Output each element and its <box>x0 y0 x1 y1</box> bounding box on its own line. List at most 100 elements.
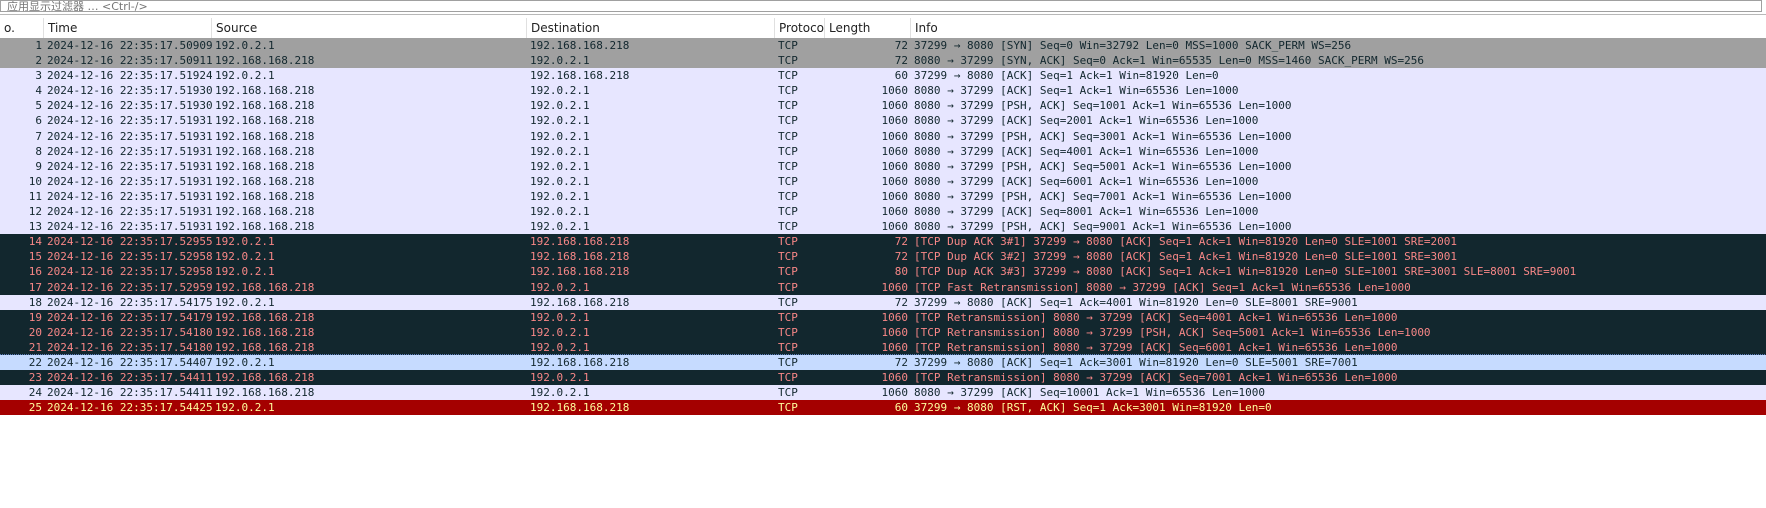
packet-time: 2024-12-16 22:35:17.544258 <box>47 401 212 415</box>
packet-length: 1060 <box>881 159 909 173</box>
column-header-time[interactable]: Time <box>44 18 212 38</box>
packet-row[interactable]: 24 2024-12-16 22:35:17.544118 192.168.168.… <box>0 385 1766 401</box>
packet-time: 2024-12-16 22:35:17.519312 <box>47 144 212 158</box>
packet-destination: 192.0.2.1 <box>530 280 590 294</box>
packet-length: 1060 <box>881 174 909 188</box>
packet-length: 1060 <box>881 205 909 219</box>
packet-row[interactable]: 16 2024-12-16 22:35:17.529586 192.0.2.1 192… <box>0 264 1766 280</box>
packet-row[interactable]: 6 2024-12-16 22:35:17.519310 192.168.168.2… <box>0 113 1766 129</box>
packet-number: 22 <box>28 355 42 369</box>
packet-length: 1060 <box>881 371 909 385</box>
packet-protocol: TCP <box>778 39 798 52</box>
packet-source: 192.168.168.218 <box>215 205 315 219</box>
packet-row[interactable]: 17 2024-12-16 22:35:17.529596 192.168.168.… <box>0 279 1766 295</box>
packet-time: 2024-12-16 22:35:17.509112 <box>47 54 212 68</box>
packet-number: 5 <box>35 99 42 113</box>
packet-info: [TCP Retransmission] 8080 → 37299 [ACK] … <box>914 340 1398 354</box>
packet-protocol: TCP <box>778 250 798 264</box>
packet-row[interactable]: 7 2024-12-16 22:35:17.519310 192.168.168.2… <box>0 128 1766 144</box>
packet-time: 2024-12-16 22:35:17.519306 <box>47 84 212 98</box>
packet-length: 60 <box>894 401 908 415</box>
packet-info: 37299 → 8080 [ACK] Seq=1 Ack=1 Win=81920… <box>914 69 1219 83</box>
packet-row[interactable]: 14 2024-12-16 22:35:17.529555 192.0.2.1 192… <box>0 234 1766 250</box>
packet-protocol: TCP <box>778 386 798 400</box>
packet-row[interactable]: 4 2024-12-16 22:35:17.519306 192.168.168.2… <box>0 83 1766 99</box>
packet-protocol: TCP <box>778 69 798 83</box>
column-header-no[interactable]: o. <box>0 18 44 38</box>
packet-destination: 192.0.2.1 <box>530 129 590 143</box>
packet-row[interactable]: 18 2024-12-16 22:35:17.541750 192.0.2.1 192… <box>0 294 1766 310</box>
packet-source: 192.168.168.218 <box>215 310 315 324</box>
packet-time: 2024-12-16 22:35:17.541807 <box>47 340 212 354</box>
packet-row[interactable]: 8 2024-12-16 22:35:17.519312 192.168.168.2… <box>0 143 1766 159</box>
packet-time: 2024-12-16 22:35:17.519310 <box>47 114 212 128</box>
packet-row[interactable]: 20 2024-12-16 22:35:17.541801 192.168.168.… <box>0 324 1766 340</box>
packet-row[interactable]: 12 2024-12-16 22:35:17.519316 192.168.168.… <box>0 204 1766 220</box>
packet-row[interactable]: 23 2024-12-16 22:35:17.544111 192.168.168.… <box>0 370 1766 386</box>
packet-number: 25 <box>28 401 42 415</box>
packet-info: [TCP Fast Retransmission] 8080 → 37299 [… <box>914 280 1411 294</box>
packet-row[interactable]: 1 2024-12-16 22:35:17.509096 192.0.2.1 192.… <box>0 38 1766 54</box>
packet-time: 2024-12-16 22:35:17.529555 <box>47 235 212 249</box>
packet-destination: 192.0.2.1 <box>530 371 590 385</box>
packet-number: 9 <box>35 159 42 173</box>
column-header-protocol[interactable]: Protocol <box>775 18 825 38</box>
packet-length: 1060 <box>881 114 909 128</box>
packet-protocol: TCP <box>778 205 798 219</box>
packet-destination: 192.168.168.218 <box>530 355 630 369</box>
packet-time: 2024-12-16 22:35:17.544078 <box>47 355 212 369</box>
column-header-source[interactable]: Source <box>212 18 527 38</box>
packet-time: 2024-12-16 22:35:17.519314 <box>47 189 212 203</box>
packet-number: 15 <box>28 250 42 264</box>
column-header-length[interactable]: Length <box>825 18 911 38</box>
packet-source: 192.168.168.218 <box>215 220 315 234</box>
packet-row[interactable]: 5 2024-12-16 22:35:17.519307 192.168.168.2… <box>0 98 1766 114</box>
packet-row[interactable]: 15 2024-12-16 22:35:17.529582 192.0.2.1 192… <box>0 249 1766 265</box>
packet-time: 2024-12-16 22:35:17.509096 <box>47 39 212 52</box>
packet-info: 37299 → 8080 [RST, ACK] Seq=1 Ack=3001 W… <box>914 401 1272 415</box>
packet-row[interactable]: 11 2024-12-16 22:35:17.519314 192.168.168.… <box>0 188 1766 205</box>
packet-source: 192.168.168.218 <box>215 144 315 158</box>
packet-time: 2024-12-16 22:35:17.544118 <box>47 386 212 400</box>
packet-row[interactable]: 21 2024-12-16 22:35:17.541807 192.168.168.… <box>0 339 1766 355</box>
packet-protocol: TCP <box>778 189 798 203</box>
packet-length: 80 <box>894 265 908 279</box>
display-filter-input[interactable] <box>0 0 1762 12</box>
packet-source: 192.0.2.1 <box>215 295 275 309</box>
packet-source: 192.0.2.1 <box>215 235 275 249</box>
packet-length: 72 <box>894 250 908 264</box>
packet-length: 1060 <box>881 386 909 400</box>
packet-number: 1 <box>35 39 42 52</box>
packet-destination: 192.168.168.218 <box>530 250 630 264</box>
packet-time: 2024-12-16 22:35:17.544111 <box>47 371 212 385</box>
packet-destination: 192.168.168.218 <box>530 69 630 83</box>
packet-row[interactable]: 9 2024-12-16 22:35:17.519313 192.168.168.2… <box>0 158 1766 174</box>
packet-protocol: TCP <box>778 99 798 113</box>
packet-source: 192.168.168.218 <box>215 174 315 188</box>
packet-length: 1060 <box>881 340 909 354</box>
packet-row[interactable]: 13 2024-12-16 22:35:17.519316 192.168.168.… <box>0 219 1766 235</box>
packet-length: 1060 <box>881 325 909 339</box>
packet-number: 6 <box>35 114 42 128</box>
packet-protocol: TCP <box>778 114 798 128</box>
column-header-destination[interactable]: Destination <box>527 18 775 38</box>
packet-length: 72 <box>894 54 908 68</box>
packet-source: 192.168.168.218 <box>215 114 315 128</box>
packet-destination: 192.168.168.218 <box>530 39 630 52</box>
packet-protocol: TCP <box>778 129 798 143</box>
packet-row[interactable]: 10 2024-12-16 22:35:17.519314 192.168.168.… <box>0 173 1766 189</box>
packet-row[interactable]: 19 2024-12-16 22:35:17.541799 192.168.168.… <box>0 309 1766 325</box>
packet-row[interactable]: 3 2024-12-16 22:35:17.519240 192.0.2.1 192.… <box>0 68 1766 84</box>
packet-destination: 192.168.168.218 <box>530 235 630 249</box>
packet-length: 72 <box>894 235 908 249</box>
display-filter-bar <box>0 0 1766 15</box>
packet-protocol: TCP <box>778 159 798 173</box>
packet-source: 192.168.168.218 <box>215 325 315 339</box>
column-header-info[interactable]: Info <box>911 18 1766 38</box>
packet-row[interactable]: 25 2024-12-16 22:35:17.544258 192.0.2.1 192… <box>0 400 1766 416</box>
packet-info: 8080 → 37299 [SYN, ACK] Seq=0 Ack=1 Win=… <box>914 54 1424 68</box>
packet-source: 192.0.2.1 <box>215 355 275 369</box>
packet-length: 1060 <box>881 310 909 324</box>
packet-row[interactable]: 22 2024-12-16 22:35:17.544078 192.0.2.1 192… <box>0 353 1766 372</box>
packet-row[interactable]: 2 2024-12-16 22:35:17.509112 192.168.168.2… <box>0 53 1766 69</box>
